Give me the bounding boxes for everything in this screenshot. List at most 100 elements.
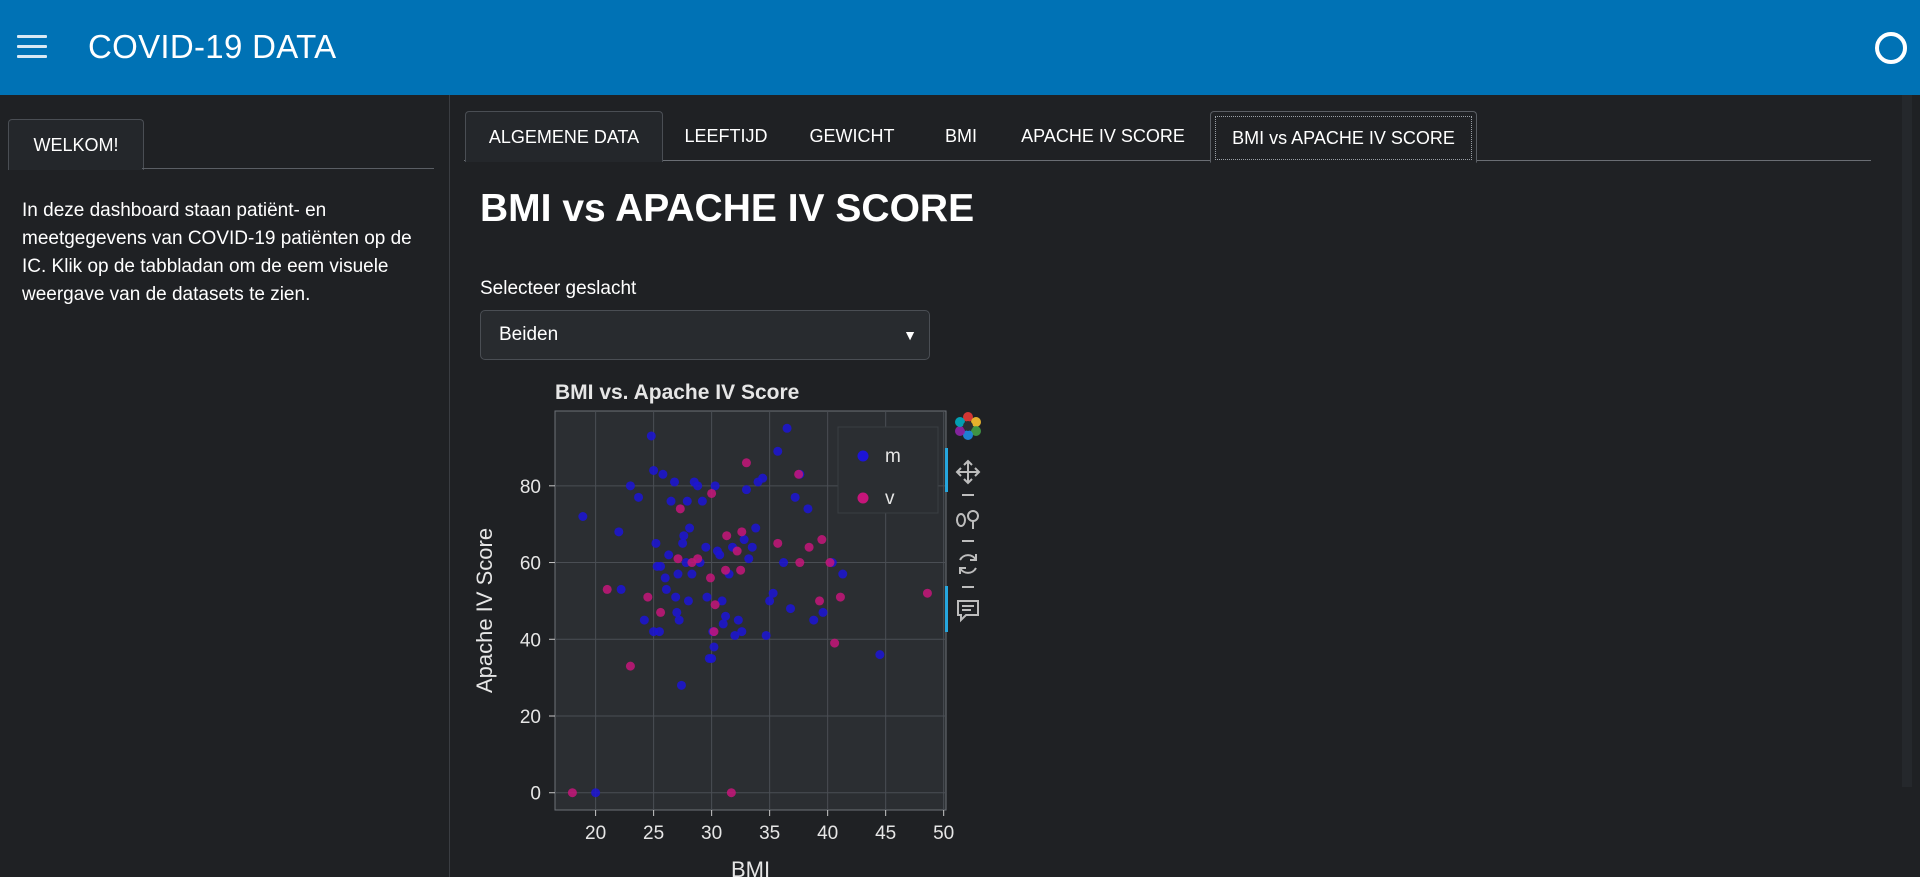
- data-point-m: [652, 561, 662, 571]
- y-tick-label: 20: [520, 707, 541, 728]
- y-tick-label: 60: [520, 554, 541, 575]
- data-point-m: [809, 615, 819, 625]
- data-point-v: [625, 661, 635, 671]
- hover-icon[interactable]: [952, 594, 984, 626]
- sidebar: WELKOM! In deze dashboard staan patiënt-…: [0, 95, 450, 877]
- data-point-v: [602, 584, 612, 594]
- reset-icon[interactable]: [952, 548, 984, 580]
- tab-welkom[interactable]: WELKOM!: [8, 119, 144, 170]
- dropdown-arrow-icon: ▼: [903, 327, 917, 343]
- legend-label-v: v: [885, 488, 895, 509]
- data-point-m: [639, 615, 649, 625]
- scatter-chart: 20 25 30 35 40 45 50 0 20 40 60 80 BMI vs. Apache IV…: [470, 370, 1030, 877]
- data-point-m: [693, 481, 703, 491]
- tab-apache-iv-score[interactable]: APACHE IV SCORE: [1004, 111, 1202, 161]
- data-point-v: [709, 627, 719, 637]
- data-point-m: [679, 531, 689, 541]
- data-point-m: [591, 788, 601, 798]
- active-tool-indicator: [945, 448, 948, 492]
- bokeh-logo-icon[interactable]: [952, 410, 984, 442]
- gender-select-label: Selecteer geslacht: [480, 278, 637, 299]
- data-point-v: [673, 554, 683, 564]
- tab-bmi[interactable]: BMI: [918, 111, 1004, 161]
- data-point-v: [726, 788, 736, 798]
- pan-icon[interactable]: [952, 456, 984, 488]
- data-point-m: [741, 485, 751, 495]
- data-point-m: [646, 431, 656, 441]
- data-point-m: [803, 504, 813, 514]
- top-app-bar: COVID-19 DATA: [0, 0, 1920, 95]
- data-point-v: [795, 558, 805, 568]
- hamburger-menu-icon[interactable]: [17, 35, 47, 59]
- data-point-m: [682, 496, 692, 506]
- data-point-m: [578, 512, 588, 522]
- data-point-v: [732, 546, 742, 556]
- legend-marker-v: [857, 492, 869, 504]
- data-point-v: [794, 469, 804, 479]
- data-point-m: [758, 473, 768, 483]
- gender-select-value: Beiden: [499, 324, 559, 345]
- y-tick-label: 40: [520, 630, 541, 651]
- data-point-v: [707, 488, 717, 498]
- x-tick-label: 45: [875, 823, 896, 844]
- data-point-m: [818, 607, 828, 617]
- data-point-m: [768, 588, 778, 598]
- data-point-m: [721, 611, 731, 621]
- data-point-m: [709, 642, 719, 652]
- wheel-zoom-icon[interactable]: [952, 502, 984, 534]
- data-point-m: [710, 481, 720, 491]
- data-point-m: [765, 596, 775, 606]
- data-point-v: [815, 596, 825, 606]
- data-point-m: [838, 569, 848, 579]
- data-point-v: [675, 504, 685, 514]
- tab-gewicht[interactable]: GEWICHT: [786, 111, 918, 161]
- y-axis-label: Apache IV Score: [472, 528, 497, 693]
- sidebar-tab-divider: [142, 168, 434, 169]
- legend-label-m: m: [885, 446, 901, 467]
- data-point-v: [804, 542, 814, 552]
- data-point-v: [825, 558, 835, 568]
- loading-status-icon: [1875, 32, 1907, 64]
- active-tool-indicator: [945, 586, 948, 632]
- data-point-m: [616, 584, 626, 594]
- data-point-v: [741, 458, 751, 468]
- data-point-m: [790, 492, 800, 502]
- x-axis-label: BMI: [731, 857, 770, 877]
- y-tick-label: 80: [520, 477, 541, 498]
- data-point-m: [733, 615, 743, 625]
- data-point-m: [875, 650, 885, 660]
- app-title: COVID-19 DATA: [88, 28, 337, 65]
- data-point-m: [671, 592, 681, 602]
- data-point-m: [701, 542, 711, 552]
- sidebar-intro-text: In deze dashboard staan patiënt- en meet…: [22, 200, 412, 305]
- data-point-v: [710, 600, 720, 610]
- data-point-m: [707, 653, 717, 663]
- data-point-v: [656, 607, 666, 617]
- gender-select[interactable]: Beiden ▼: [480, 310, 930, 360]
- data-point-m: [747, 542, 757, 552]
- data-point-m: [664, 550, 674, 560]
- data-point-m: [683, 596, 693, 606]
- toolbar-separator: [962, 540, 974, 542]
- page-title: BMI vs APACHE IV SCORE: [480, 187, 975, 230]
- data-point-m: [702, 592, 712, 602]
- chart-title: BMI vs. Apache IV Score: [555, 381, 799, 404]
- data-point-m: [779, 558, 789, 568]
- x-tick-label: 50: [933, 823, 954, 844]
- tab-active-label: BMI vs APACHE IV SCORE: [1215, 116, 1472, 160]
- tab-leeftijd[interactable]: LEEFTIJD: [666, 111, 786, 161]
- tab-bmi-vs-apache-iv-score[interactable]: BMI vs APACHE IV SCORE: [1210, 111, 1477, 163]
- data-point-m: [625, 481, 635, 491]
- data-point-m: [718, 619, 728, 629]
- data-point-v: [721, 565, 731, 575]
- data-point-m: [666, 496, 676, 506]
- tab-algemene-data[interactable]: ALGEMENE DATA: [465, 111, 663, 162]
- page-scrollbar[interactable]: [1902, 95, 1912, 787]
- data-point-m: [649, 465, 659, 475]
- data-point-m: [672, 607, 682, 617]
- data-point-m: [676, 680, 686, 690]
- data-point-m: [773, 446, 783, 456]
- x-tick-label: 30: [701, 823, 722, 844]
- x-tick-label: 25: [643, 823, 664, 844]
- x-tick-label: 20: [585, 823, 606, 844]
